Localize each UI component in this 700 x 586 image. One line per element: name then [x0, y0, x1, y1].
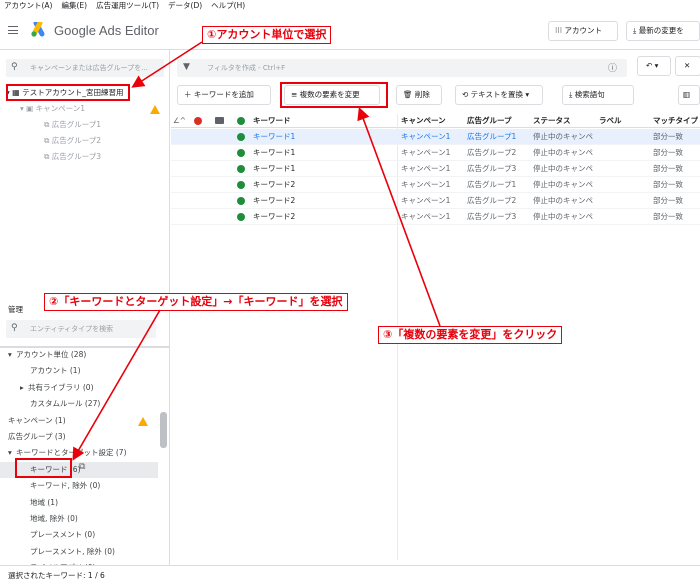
- arrow-1: [131, 41, 203, 88]
- annotation-arrows: [72, 41, 441, 461]
- arrow-3: [357, 106, 441, 327]
- arrow-2: [72, 309, 161, 461]
